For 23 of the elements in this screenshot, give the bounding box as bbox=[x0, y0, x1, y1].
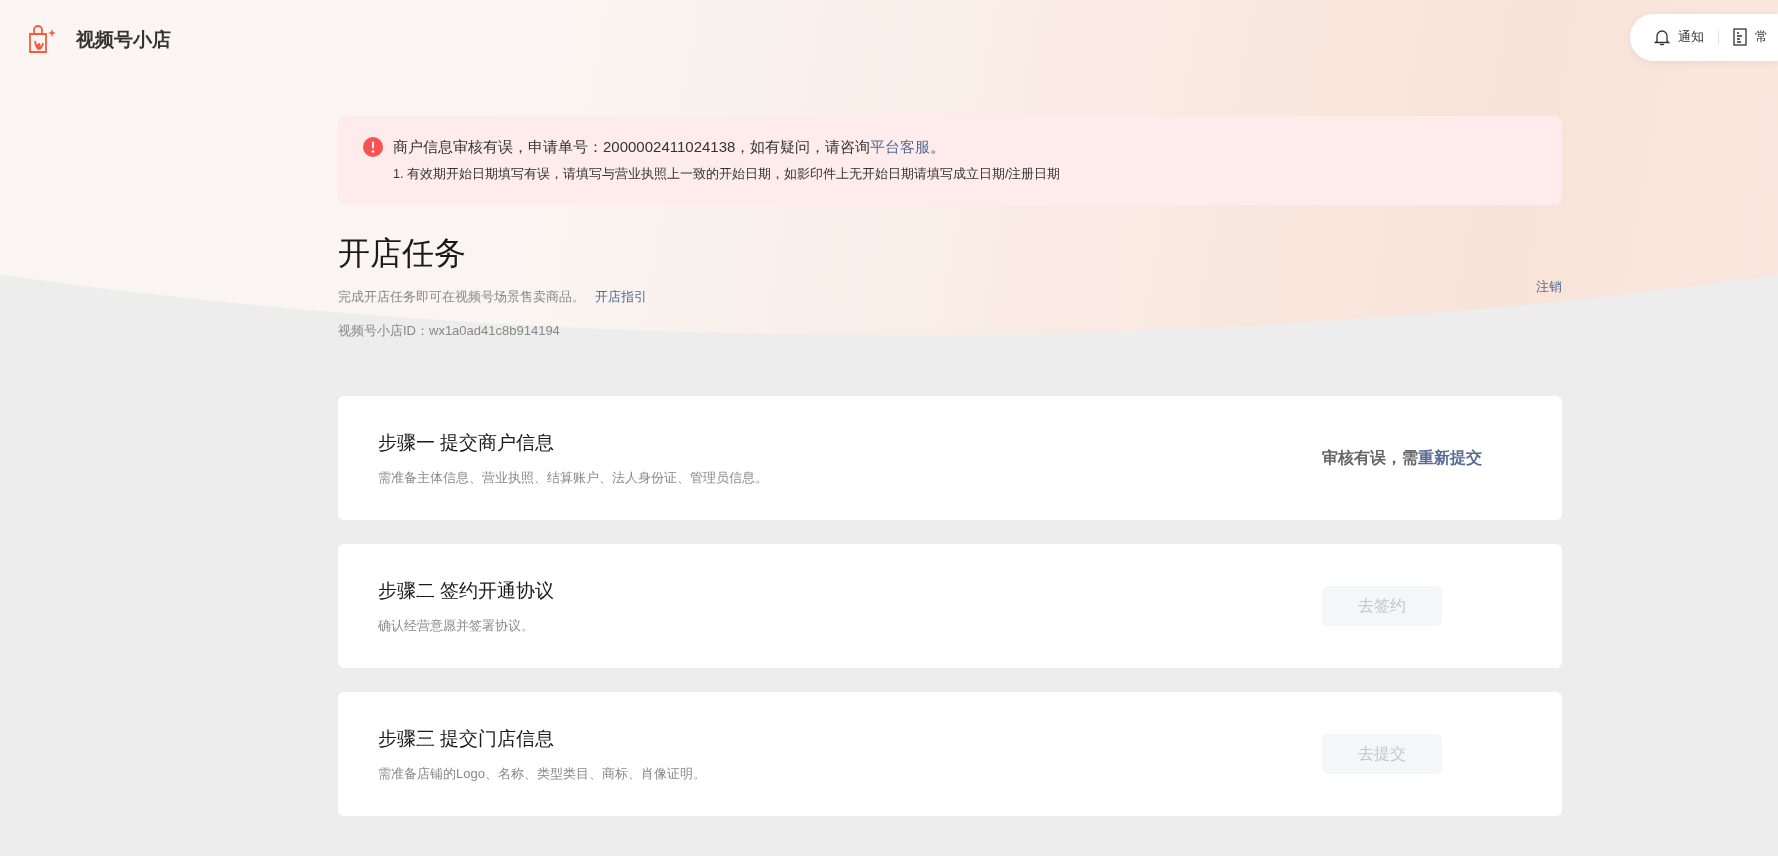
customer-service-link[interactable]: 平台客服 bbox=[870, 138, 931, 155]
error-icon bbox=[363, 137, 383, 157]
brand-name: 视频号小店 bbox=[76, 27, 171, 52]
guide-link[interactable]: 开店指引 bbox=[595, 287, 647, 307]
page-title: 开店任务 bbox=[338, 234, 467, 274]
document-icon bbox=[1733, 28, 1747, 46]
step-title: 步骤二 签约开通协议 bbox=[378, 579, 556, 604]
alert-message: 商户信息审核有误，申请单号：2000002411024138，如有疑问，请咨询平台客服。 bbox=[393, 137, 947, 157]
bell-icon bbox=[1654, 28, 1670, 46]
top-action-button[interactable]: 通知 bbox=[1654, 27, 1704, 47]
top-action-button[interactable]: 常 bbox=[1733, 27, 1768, 47]
review-status: 审核有误，需重新提交 bbox=[1322, 448, 1482, 469]
logout-link[interactable]: 注销 bbox=[1536, 277, 1562, 297]
resubmit-link[interactable]: 重新提交 bbox=[1418, 449, 1482, 467]
alert-detail: 1. 有效期开始日期填写有误，请填写与营业执照上一致的开始日期，如影印件上无开始日期请填写成立日期/注册日期 bbox=[393, 165, 1061, 183]
step-title: 步骤三 提交门店信息 bbox=[378, 727, 556, 752]
step-description: 需准备主体信息、营业执照、结算账户、法人身份证、管理员信息。 bbox=[378, 468, 769, 487]
page-subtitle: 完成开店任务即可在视频号场景售卖商品。 bbox=[338, 288, 585, 307]
step-description: 需准备店铺的Logo、名称、类型类目、商标、肖像证明。 bbox=[378, 764, 707, 783]
shop-id: 视频号小店ID：wx1a0ad41c8b914194 bbox=[338, 321, 561, 340]
step-title: 步骤一 提交商户信息 bbox=[378, 431, 556, 456]
shopping-bag-logo-icon bbox=[26, 24, 58, 56]
step-description: 确认经营意愿并签署协议。 bbox=[378, 616, 535, 635]
